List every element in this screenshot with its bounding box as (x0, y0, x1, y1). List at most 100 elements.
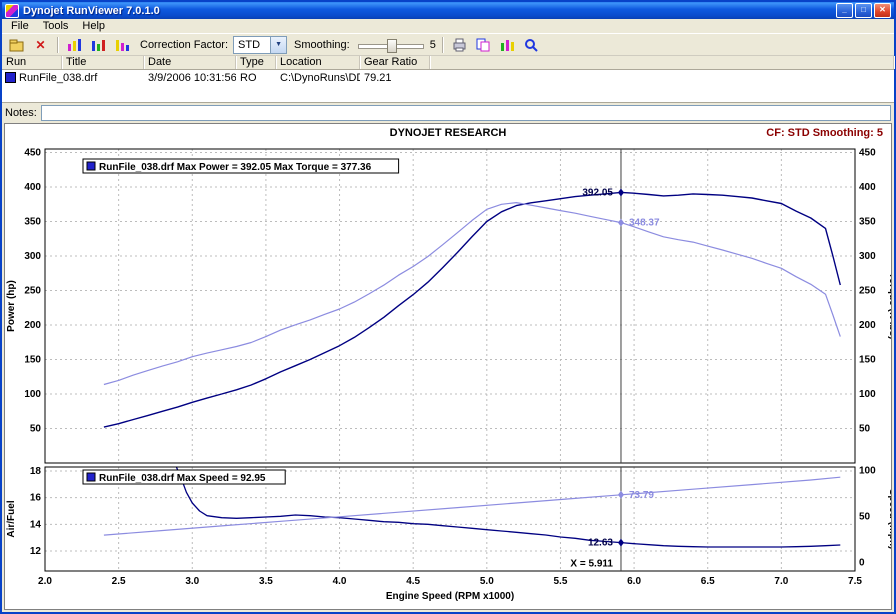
svg-text:7.0: 7.0 (774, 576, 788, 587)
airfuel-speed-chart[interactable]: 73.7912.63X = 5.91118161412100500Air/Fue… (5, 465, 892, 609)
svg-text:350: 350 (859, 216, 876, 227)
svg-text:X = 5.911: X = 5.911 (570, 559, 613, 570)
svg-text:100: 100 (859, 389, 876, 400)
svg-text:7.5: 7.5 (848, 576, 862, 587)
menu-help[interactable]: Help (75, 20, 112, 32)
svg-text:12.63: 12.63 (588, 538, 613, 549)
svg-text:250: 250 (24, 285, 41, 296)
svg-text:73.79: 73.79 (629, 490, 654, 501)
svg-text:2.5: 2.5 (112, 576, 126, 587)
svg-text:50: 50 (30, 423, 42, 434)
smoothing-label: Smoothing: (294, 39, 350, 51)
run-location-cell: C:\DynoRuns\DD (276, 72, 360, 84)
svg-text:4.0: 4.0 (333, 576, 347, 587)
svg-text:14: 14 (30, 520, 42, 531)
power-graph-icon[interactable] (64, 35, 85, 55)
svg-text:3.5: 3.5 (259, 576, 273, 587)
column-type[interactable]: Type (236, 56, 276, 69)
table-row[interactable]: RunFile_038.drf 3/9/2006 10:31:56 RO C:\… (2, 70, 894, 85)
svg-text:Air/Fuel: Air/Fuel (6, 501, 17, 538)
close-button[interactable]: ✕ (874, 3, 891, 18)
svg-text:5.5: 5.5 (554, 576, 568, 587)
svg-text:RunFile_038.drf Max Speed = 92: RunFile_038.drf Max Speed = 92.95 (99, 473, 266, 484)
svg-text:2.0: 2.0 (38, 576, 52, 587)
svg-text:400: 400 (24, 182, 41, 193)
correction-factor-label: Correction Factor: (140, 39, 228, 51)
torque-graph-icon[interactable] (88, 35, 109, 55)
minimize-button[interactable]: _ (836, 3, 853, 18)
print-icon[interactable] (449, 35, 470, 55)
svg-text:12: 12 (30, 546, 42, 557)
svg-text:400: 400 (859, 182, 876, 193)
svg-text:100: 100 (24, 389, 41, 400)
svg-text:200: 200 (24, 320, 41, 331)
chart-header: DYNOJET RESEARCH CF: STD Smoothing: 5 (5, 124, 891, 141)
svg-text:450: 450 (859, 147, 876, 158)
close-run-icon[interactable]: ✕ (30, 35, 51, 55)
copy-icon[interactable] (473, 35, 494, 55)
overlay-icon[interactable] (497, 35, 518, 55)
column-title[interactable]: Title (62, 56, 144, 69)
svg-text:350: 350 (24, 216, 41, 227)
svg-text:450: 450 (24, 147, 41, 158)
smoothing-slider[interactable] (358, 38, 424, 52)
svg-text:Power (hp): Power (hp) (6, 280, 17, 332)
maximize-button[interactable]: □ (855, 3, 872, 18)
chart-title: DYNOJET RESEARCH (5, 127, 891, 139)
svg-text:5.0: 5.0 (480, 576, 494, 587)
correction-factor-select[interactable]: STD ▼ (233, 36, 287, 54)
svg-text:Engine Speed (RPM x1000): Engine Speed (RPM x1000) (386, 591, 514, 602)
svg-text:Torque (ft-lbs): Torque (ft-lbs) (887, 272, 892, 339)
svg-text:50: 50 (859, 423, 871, 434)
toolbar-separator (57, 37, 58, 53)
chart-cf-smoothing: CF: STD Smoothing: 5 (766, 127, 883, 139)
svg-text:200: 200 (859, 320, 876, 331)
run-list-header: Run Title Date Type Location Gear Ratio (2, 56, 894, 70)
svg-text:150: 150 (859, 354, 876, 365)
zoom-icon[interactable] (521, 35, 542, 55)
notes-bar: Notes: (2, 103, 894, 122)
run-date-cell: 3/9/2006 10:31:56 (144, 72, 236, 84)
power-torque-chart[interactable]: 392.05 348.37 450 400 350 300 250 200 150 100 50 45… (5, 141, 892, 465)
column-run[interactable]: Run (2, 56, 62, 69)
run-gear-ratio-cell: 79.21 (360, 72, 430, 84)
svg-text:392.05: 392.05 (582, 187, 613, 198)
run-type-cell: RO (236, 72, 276, 84)
svg-text:150: 150 (24, 354, 41, 365)
column-gear-ratio[interactable]: Gear Ratio (360, 56, 430, 69)
svg-text:4.5: 4.5 (406, 576, 420, 587)
window-title: Dynojet RunViewer 7.0.1.0 (23, 5, 832, 17)
chevron-down-icon: ▼ (270, 37, 286, 53)
run-color-swatch (5, 72, 16, 83)
column-location[interactable]: Location (276, 56, 360, 69)
toolbar: ✕ Correction Factor: STD ▼ Smoothing: 5 (2, 33, 894, 56)
svg-text:100: 100 (859, 466, 876, 477)
toolbar-separator (442, 37, 443, 53)
notes-label: Notes: (5, 107, 37, 119)
svg-text:16: 16 (30, 493, 42, 504)
menu-tools[interactable]: Tools (36, 20, 76, 32)
svg-text:300: 300 (859, 251, 876, 262)
airfuel-graph-icon[interactable] (112, 35, 133, 55)
smoothing-value: 5 (430, 39, 436, 51)
svg-text:348.37: 348.37 (629, 218, 660, 229)
svg-text:0: 0 (859, 558, 865, 569)
run-list: RunFile_038.drf 3/9/2006 10:31:56 RO C:\… (2, 70, 894, 103)
svg-text:250: 250 (859, 285, 876, 296)
svg-text:300: 300 (24, 251, 41, 262)
svg-text:6.5: 6.5 (701, 576, 715, 587)
open-run-icon[interactable] (6, 35, 27, 55)
notes-input[interactable] (41, 105, 891, 121)
column-date[interactable]: Date (144, 56, 236, 69)
title-bar: Dynojet RunViewer 7.0.1.0 _ □ ✕ (2, 2, 894, 19)
menu-file[interactable]: File (4, 20, 36, 32)
run-file-name: RunFile_038.drf (19, 72, 97, 84)
run-file-cell: RunFile_038.drf (2, 72, 62, 84)
svg-text:50: 50 (859, 512, 871, 523)
menu-bar: File Tools Help (2, 19, 894, 33)
app-icon (5, 4, 19, 18)
svg-text:3.0: 3.0 (185, 576, 199, 587)
chart-frame: DYNOJET RESEARCH CF: STD Smoothing: 5 39… (4, 123, 892, 610)
smoothing-slider-thumb[interactable] (387, 39, 397, 53)
svg-text:RunFile_038.drf Max Power = 39: RunFile_038.drf Max Power = 392.05 Max T… (99, 162, 372, 173)
